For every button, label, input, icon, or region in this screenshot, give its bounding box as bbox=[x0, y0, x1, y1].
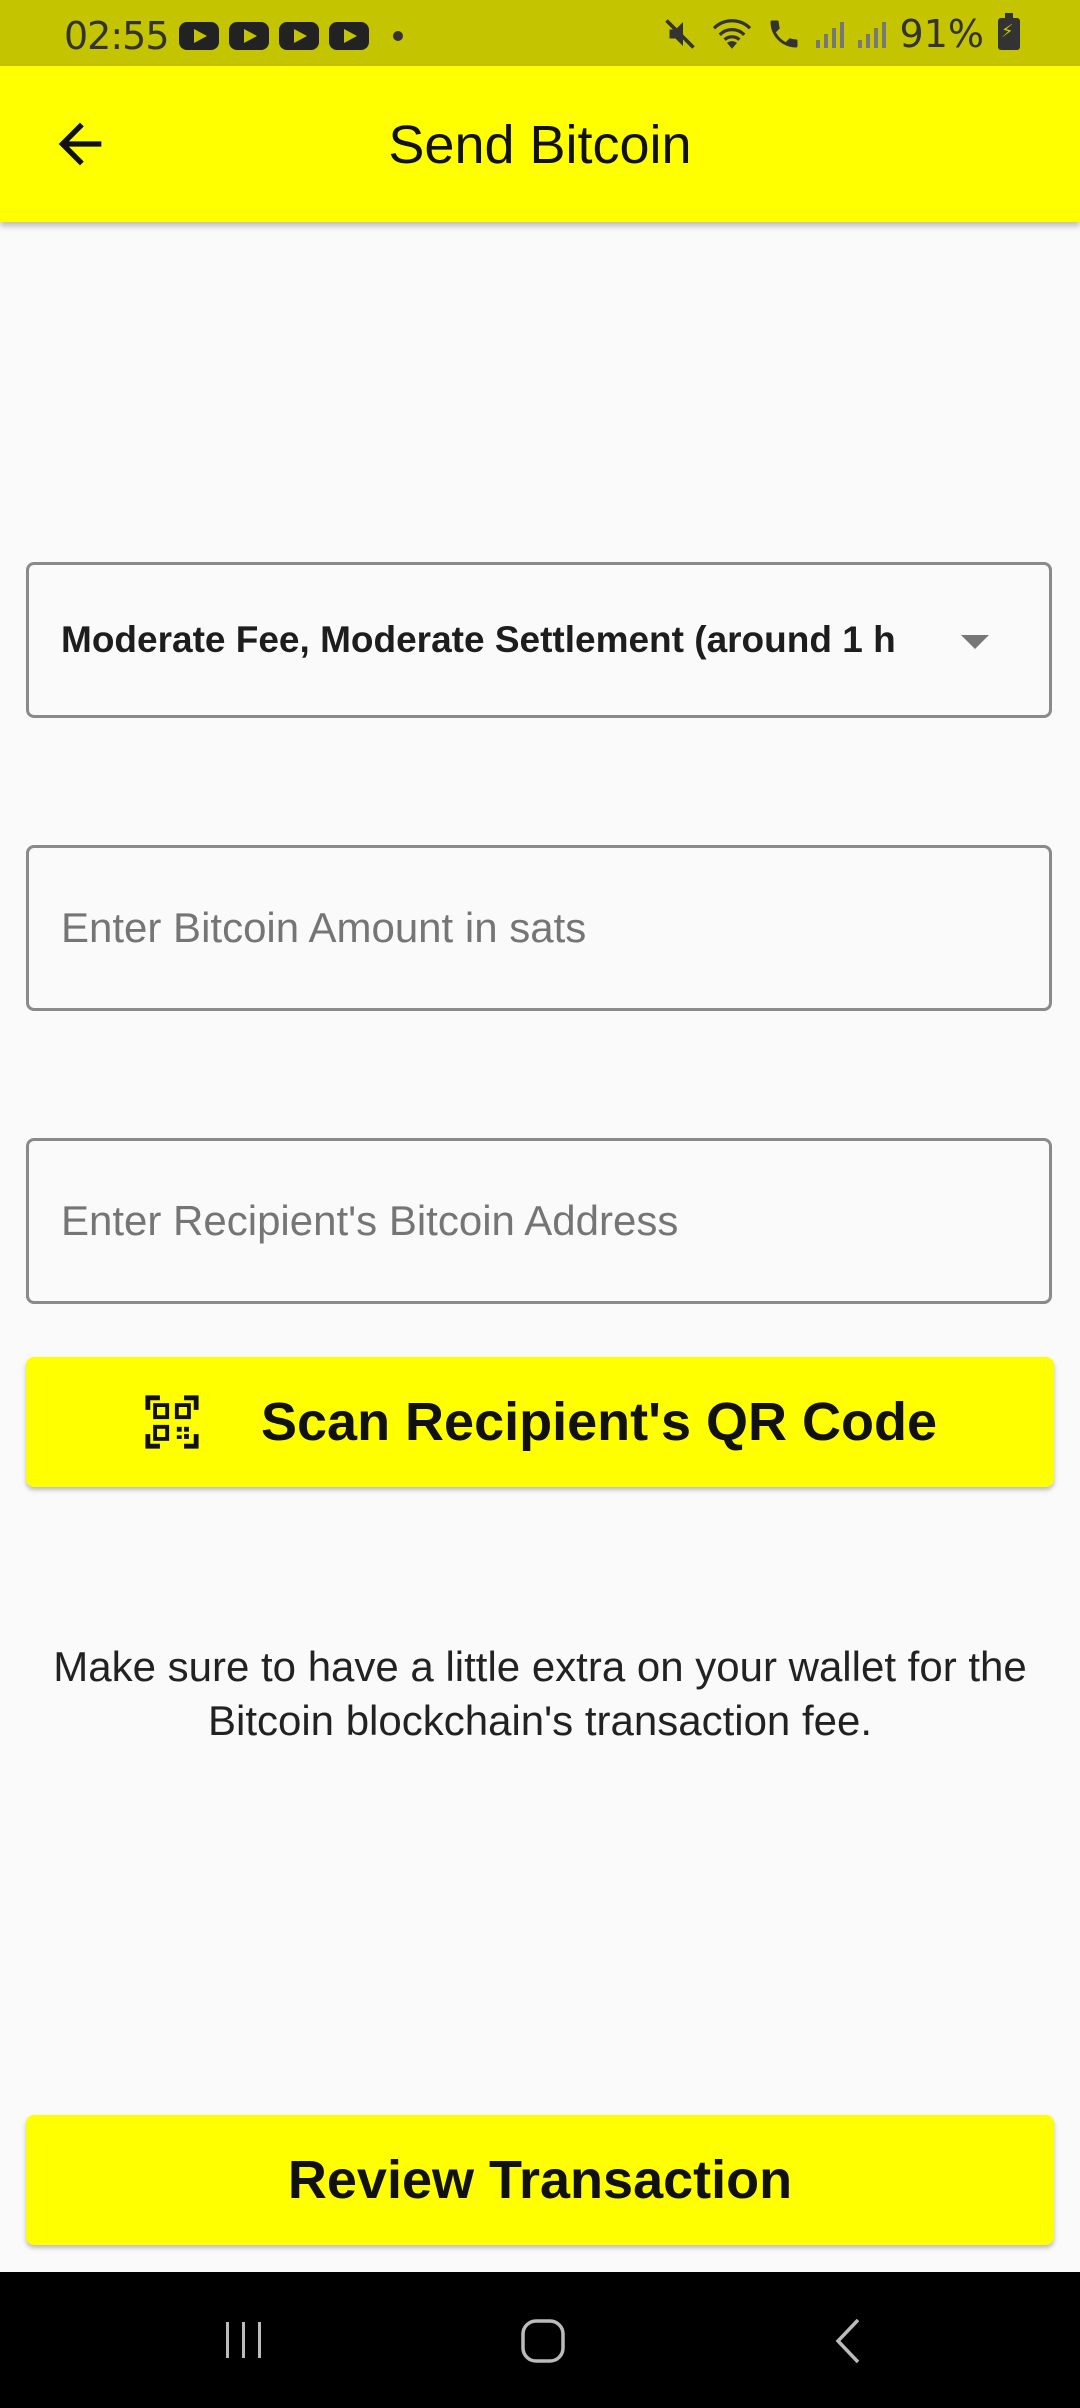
fee-dropdown-selected: Moderate Fee, Moderate Settlement (aroun… bbox=[61, 619, 896, 660]
amount-field bbox=[26, 845, 1052, 1011]
youtube-icon bbox=[328, 22, 369, 50]
more-notifications-dot-icon bbox=[392, 31, 403, 41]
scan-qr-button[interactable]: Scan Recipient's QR Code bbox=[26, 1357, 1054, 1487]
address-field bbox=[26, 1138, 1052, 1304]
amount-input[interactable] bbox=[29, 848, 1049, 1008]
review-transaction-button[interactable]: Review Transaction bbox=[26, 2115, 1054, 2245]
app-bar: Send Bitcoin bbox=[0, 66, 1080, 222]
status-time: 02:55 bbox=[64, 14, 170, 58]
fee-note: Make sure to have a little extra on your… bbox=[53, 1643, 1027, 1744]
status-left: 02:55 bbox=[64, 14, 403, 58]
youtube-icon bbox=[228, 22, 269, 50]
caret-down-icon bbox=[961, 635, 989, 649]
scan-qr-button-label: Scan Recipient's QR Code bbox=[260, 1392, 937, 1452]
address-input[interactable] bbox=[29, 1141, 1049, 1301]
back-icon[interactable] bbox=[828, 2316, 868, 2366]
status-right: 91% bbox=[662, 12, 1020, 56]
qr-scan-icon bbox=[145, 1395, 199, 1449]
system-nav-bar bbox=[0, 2272, 1080, 2408]
signal-icon bbox=[815, 20, 844, 48]
wifi-icon bbox=[712, 19, 751, 49]
battery-charging-icon bbox=[998, 13, 1020, 50]
page-title: Send Bitcoin bbox=[388, 115, 692, 175]
youtube-icon bbox=[178, 22, 219, 50]
mute-icon bbox=[664, 19, 695, 49]
home-icon[interactable] bbox=[520, 2318, 566, 2364]
wifi-calling-icon bbox=[770, 20, 798, 48]
fee-dropdown[interactable]: Moderate Fee, Moderate Settlement (aroun… bbox=[26, 562, 1052, 718]
recents-icon[interactable] bbox=[222, 2318, 266, 2362]
signal-icon bbox=[857, 20, 886, 48]
battery-percent: 91% bbox=[899, 12, 984, 56]
youtube-icon bbox=[278, 22, 319, 50]
status-bar: 02:55 91% bbox=[0, 0, 1080, 66]
review-transaction-label: Review Transaction bbox=[287, 2150, 793, 2210]
